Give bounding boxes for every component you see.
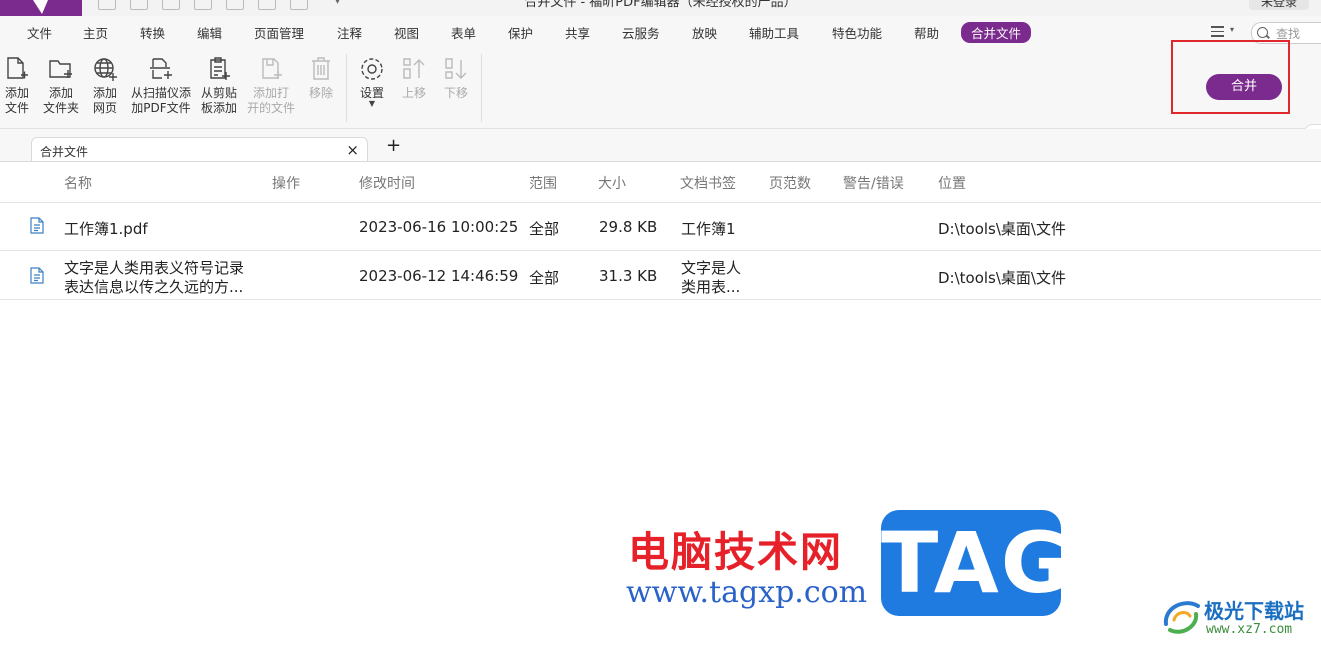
watermark-tag-badge: TAG [881,510,1070,616]
add-from-clipboard-button[interactable]: 从剪贴 板添加 [200,56,238,116]
add-from-clipboard-label: 从剪贴 板添加 [200,86,237,115]
add-folder-button[interactable]: 添加 文件夹 [42,56,80,116]
file-modified: 2023-06-16 10:00:25 [359,218,519,236]
column-action[interactable]: 操作 [272,173,300,193]
add-open-files-label: 添加打 开的文件 [246,86,295,115]
move-up-label: 上移 [401,86,426,100]
file-bookmark-continued: 类用表... [681,278,741,296]
add-file-button[interactable]: 添加 文件 [4,56,30,116]
menu-help[interactable]: 帮助 [914,23,939,42]
open-files-icon [262,58,282,79]
file-list-table: 名称 操作 修改时间 范围 大小 文档书签 页范数 警告/错误 位置 工作簿1.… [0,162,1321,300]
menu-file[interactable]: 文件 [27,23,52,42]
move-down-button[interactable]: 下移 [441,56,471,101]
view-options-icon[interactable] [1211,26,1224,37]
pdf-file-icon [30,217,44,234]
file-name: 工作簿1.pdf [64,220,148,238]
merge-button[interactable]: 合并 [1206,74,1282,100]
menu-protect[interactable]: 保护 [508,23,533,42]
globe-icon [94,58,117,81]
remove-button[interactable]: 移除 [306,56,336,101]
title-bar: ▾ 合并文件 - 福昕PDF编辑器（未经授权的产品） 未登录 [0,0,1321,16]
corner-watermark-title: 极光下载站 [1204,599,1304,623]
menu-view[interactable]: 视图 [394,23,419,42]
table-row[interactable]: 文字是人类用表义符号记录 表达信息以传之久远的方... 2023-06-12 1… [0,251,1321,300]
add-webpage-label: 添加 网页 [92,86,117,115]
menu-home[interactable]: 主页 [83,23,108,42]
gear-icon [361,58,383,80]
column-range[interactable]: 范围 [529,173,557,193]
add-file-label: 添加 文件 [4,86,29,115]
column-name[interactable]: 名称 [64,173,92,193]
watermark-site-name: 电脑技术网 [628,528,843,576]
clipboard-icon [210,57,230,80]
file-size: 31.3 KB [599,267,658,285]
move-up-icon [403,58,425,79]
file-name-continued: 表达信息以传之久远的方... [64,278,244,296]
file-bookmark: 文字是人 [681,259,742,277]
move-down-label: 下移 [443,86,468,100]
tab-label: 合并文件 [40,145,89,159]
file-location: D:\tools\桌面\文件 [938,269,1066,287]
view-options-dropdown-icon[interactable]: ▾ [1230,25,1234,34]
menu-merge-files[interactable]: 合并文件 [961,22,1032,43]
menu-comment[interactable]: 注释 [337,23,362,42]
settings-dropdown-icon: ▼ [368,99,376,108]
ribbon-separator [346,54,347,122]
menu-page-management[interactable]: 页面管理 [254,23,304,42]
window-title: 合并文件 - 福昕PDF编辑器（未经授权的产品） [524,0,797,10]
column-modified[interactable]: 修改时间 [359,173,415,193]
menu-edit[interactable]: 编辑 [197,23,222,42]
file-bookmark: 工作簿1 [681,220,736,238]
ribbon-separator [481,54,482,122]
file-modified: 2023-06-12 14:46:59 [359,267,519,285]
document-tab-bar: 合并文件 × + [0,129,1321,162]
column-location[interactable]: 位置 [938,173,966,193]
menu-presentation[interactable]: 放映 [692,23,717,42]
pdf-file-icon [30,267,44,284]
menu-cloud-service[interactable]: 云服务 [622,23,660,42]
menu-convert[interactable]: 转换 [140,23,165,42]
menu-share[interactable]: 共享 [565,23,590,42]
close-tab-icon[interactable]: × [346,141,359,159]
corner-watermark: 极光下载站 www.xz7.com [1160,592,1320,642]
add-folder-icon [49,60,72,78]
ribbon-toolbar: 添加 文件 添加 文件夹 添加 网页 从扫描仪添 加PDF文件 从剪贴 板添加 … [0,48,1321,146]
add-file-icon [7,57,28,79]
menu-form[interactable]: 表单 [451,23,476,42]
tab-merge-files[interactable]: 合并文件 × [31,137,368,161]
table-row[interactable]: 工作簿1.pdf 2023-06-16 10:00:25 全部 29.8 KB … [0,203,1321,251]
menu-special-features[interactable]: 特色功能 [832,23,882,42]
column-size[interactable]: 大小 [598,173,626,193]
add-tab-icon[interactable]: + [386,135,401,156]
file-size: 29.8 KB [599,218,658,236]
column-warnings[interactable]: 警告/错误 [843,173,904,193]
column-page-count[interactable]: 页范数 [769,173,811,193]
settings-button[interactable]: 设置 ▼ [357,56,387,108]
table-header: 名称 操作 修改时间 范围 大小 文档书签 页范数 警告/错误 位置 [0,162,1321,203]
add-folder-label: 添加 文件夹 [42,86,79,115]
move-down-icon [445,58,467,79]
add-from-scanner-button[interactable]: 从扫描仪添 加PDF文件 [130,56,192,116]
remove-label: 移除 [308,86,333,100]
aurora-swirl-icon [1163,601,1200,634]
scanner-icon [150,58,172,79]
add-webpage-button[interactable]: 添加 网页 [91,56,119,116]
add-from-scanner-label: 从扫描仪添 加PDF文件 [130,86,191,115]
corner-watermark-url: www.xz7.com [1206,622,1293,637]
add-open-files-button[interactable]: 添加打 开的文件 [246,56,296,116]
file-range[interactable]: 全部 [529,218,559,239]
watermark-site-url: www.tagxp.com [626,575,868,610]
move-up-button[interactable]: 上移 [399,56,429,101]
file-range[interactable]: 全部 [529,267,559,288]
search-icon [1257,27,1268,38]
trash-icon [312,57,330,80]
column-bookmark[interactable]: 文档书签 [680,173,736,193]
file-name: 文字是人类用表义符号记录 [64,259,245,277]
menu-accessibility-tools[interactable]: 辅助工具 [749,23,799,42]
file-location: D:\tools\桌面\文件 [938,220,1066,238]
login-button[interactable]: 未登录 [1249,0,1309,10]
menu-bar: 文件 主页 转换 编辑 页面管理 注释 视图 表单 保护 共享 云服务 放映 辅… [0,16,1321,48]
